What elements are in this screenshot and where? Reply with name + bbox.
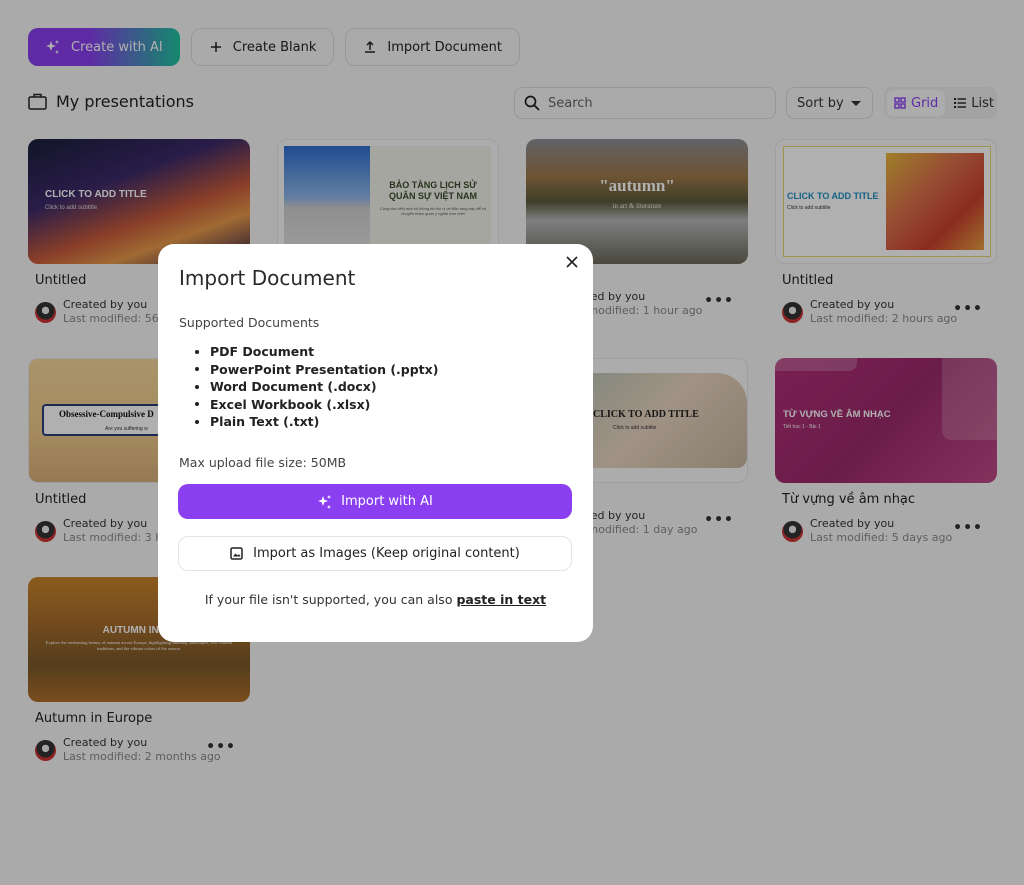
format-item: Plain Text (.txt) xyxy=(195,413,438,431)
format-item: PowerPoint Presentation (.pptx) xyxy=(195,361,438,379)
paste-in-text-link[interactable]: paste in text xyxy=(456,592,546,607)
format-item: Word Document (.docx) xyxy=(195,378,438,396)
supported-formats-list: PDF Document PowerPoint Presentation (.p… xyxy=(195,343,438,431)
modal-title: Import Document xyxy=(179,266,356,290)
import-as-images-label: Import as Images (Keep original content) xyxy=(253,546,520,561)
supported-documents-label: Supported Documents xyxy=(179,315,320,330)
import-document-modal: Import Document Supported Documents PDF … xyxy=(158,244,593,642)
sparkle-icon xyxy=(318,494,332,509)
format-item: PDF Document xyxy=(195,343,438,361)
footer-text: If your file isn't supported, you can al… xyxy=(204,592,457,607)
modal-footer: If your file isn't supported, you can al… xyxy=(158,592,593,607)
import-with-ai-button[interactable]: Import with AI xyxy=(178,484,572,519)
image-icon xyxy=(230,547,243,560)
import-as-images-button[interactable]: Import as Images (Keep original content) xyxy=(178,536,572,571)
max-upload-size: Max upload file size: 50MB xyxy=(179,455,347,470)
close-icon[interactable] xyxy=(564,254,580,270)
import-with-ai-label: Import with AI xyxy=(341,494,433,509)
format-item: Excel Workbook (.xlsx) xyxy=(195,396,438,414)
